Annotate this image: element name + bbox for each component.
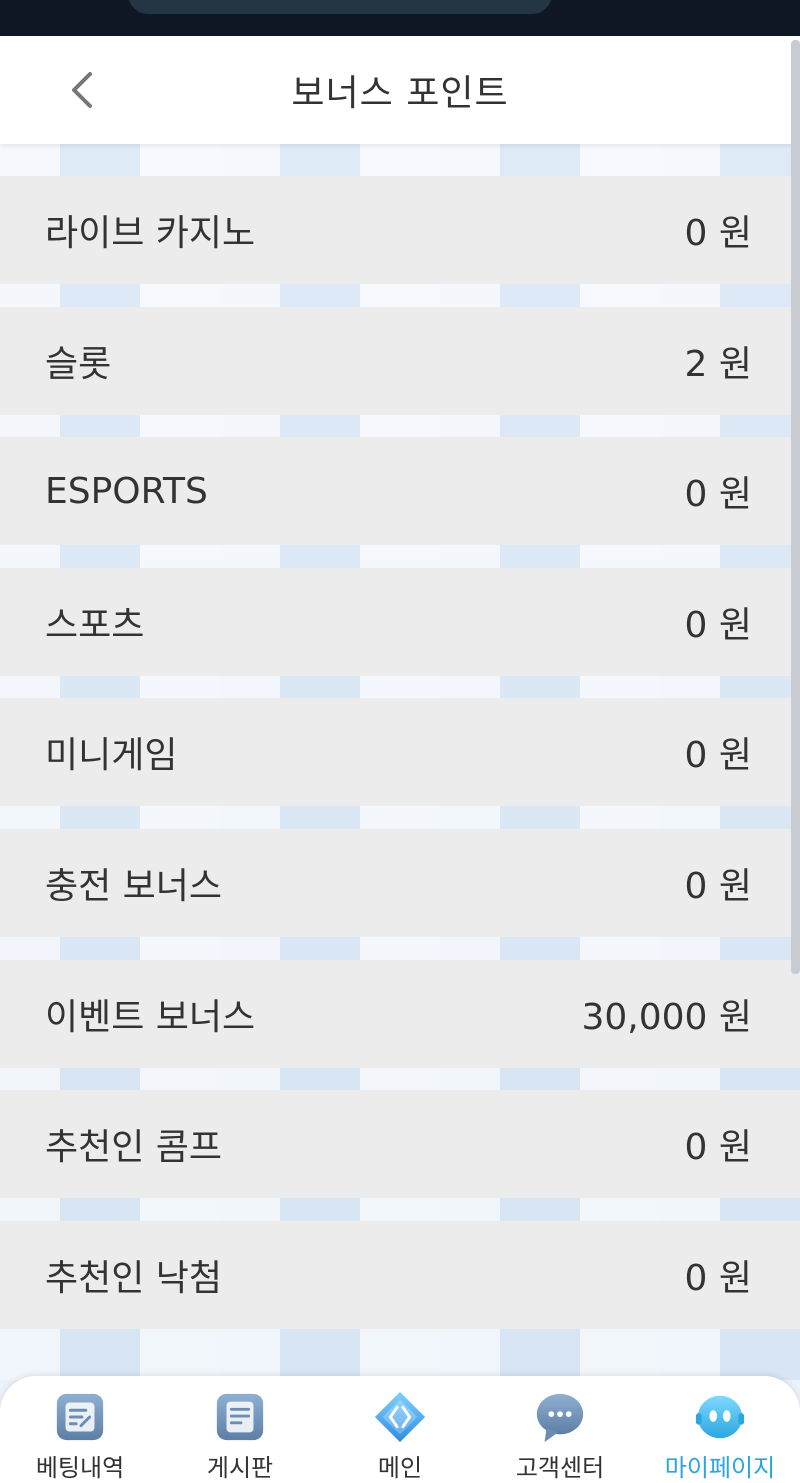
- chat-bubble-icon: [536, 1393, 584, 1443]
- main-diamond-icon: [374, 1391, 426, 1443]
- tab-label: 고객센터: [515, 1454, 605, 1482]
- list-item[interactable]: 추천인 낙첨 0 원: [0, 1221, 800, 1329]
- row-value: 0 원: [684, 474, 752, 515]
- header: 보너스 포인트: [0, 36, 800, 144]
- bottom-tab-bar: 베팅내역 게시판 메인 고객센터 마이페이지: [0, 1376, 800, 1483]
- tab-mypage[interactable]: 마이페이지: [640, 1376, 800, 1483]
- list-item[interactable]: 스포츠 0 원: [0, 568, 800, 676]
- tab-betting-history[interactable]: 베팅내역: [0, 1376, 160, 1483]
- list-item[interactable]: 라이브 카지노 0 원: [0, 176, 800, 284]
- board-icon: [216, 1393, 264, 1441]
- status-pill: [128, 0, 552, 14]
- scrollbar[interactable]: [791, 40, 800, 974]
- tab-label: 마이페이지: [664, 1454, 776, 1482]
- status-bar: [0, 0, 800, 36]
- row-label: 이벤트 보너스: [45, 997, 256, 1038]
- page-title: 보너스 포인트: [291, 73, 509, 114]
- row-label: 추천인 콤프: [45, 1127, 223, 1168]
- row-value: 0 원: [684, 605, 752, 646]
- mypage-robot-icon: [695, 1395, 745, 1439]
- tab-label: 게시판: [206, 1454, 274, 1482]
- list-item[interactable]: ESPORTS 0 원: [0, 437, 800, 545]
- row-value: 0 원: [684, 866, 752, 907]
- list-item[interactable]: 추천인 콤프 0 원: [0, 1090, 800, 1198]
- bonus-list: 라이브 카지노 0 원 슬롯 2 원 ESPORTS 0 원 스포츠 0 원 미…: [0, 144, 800, 1380]
- tab-customer-center[interactable]: 고객센터: [480, 1376, 640, 1483]
- row-label: 슬롯: [45, 344, 112, 385]
- row-label: 스포츠: [45, 605, 145, 646]
- list-item[interactable]: 충전 보너스 0 원: [0, 829, 800, 937]
- list-item[interactable]: 미니게임 0 원: [0, 698, 800, 806]
- row-value: 30,000 원: [581, 997, 752, 1038]
- betting-history-icon: [56, 1393, 104, 1441]
- row-value: 0 원: [684, 735, 752, 776]
- tab-board[interactable]: 게시판: [160, 1376, 320, 1483]
- row-label: 추천인 낙첨: [45, 1258, 223, 1299]
- tab-label: 베팅내역: [35, 1454, 125, 1482]
- tab-main[interactable]: 메인: [320, 1376, 480, 1483]
- tab-label: 메인: [377, 1454, 423, 1482]
- row-label: 충전 보너스: [45, 866, 223, 907]
- row-value: 0 원: [684, 213, 752, 254]
- list-item[interactable]: 슬롯 2 원: [0, 307, 800, 415]
- row-label: ESPORTS: [45, 470, 208, 512]
- row-value: 0 원: [684, 1258, 752, 1299]
- list-item[interactable]: 이벤트 보너스 30,000 원: [0, 960, 800, 1068]
- row-label: 라이브 카지노: [45, 213, 256, 254]
- row-label: 미니게임: [45, 735, 178, 776]
- row-value: 2 원: [684, 344, 752, 385]
- row-value: 0 원: [684, 1127, 752, 1168]
